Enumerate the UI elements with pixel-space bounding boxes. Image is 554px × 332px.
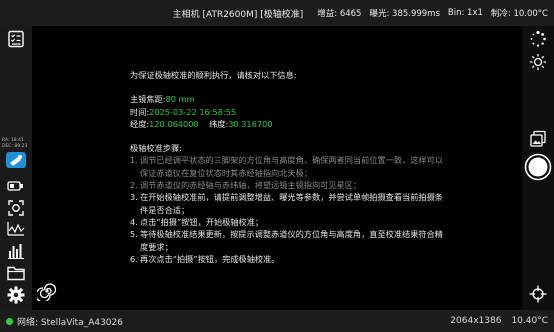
telescope-icon[interactable] [6,150,26,170]
crosshair-icon[interactable] [528,284,548,304]
network-status-icon [6,317,13,325]
latitude-value: 30.316700 [228,118,273,129]
time-value: 2025-03-22 16:58:55 [149,106,237,117]
bottom-status-bar: 网络: StellaVita_A43026 2064x1386 10.40°C [0,310,554,332]
gallery-icon[interactable] [528,129,548,149]
folder-icon[interactable] [6,263,26,283]
step-item: 5. 等待极轴校准结果更新，按提示调整赤道仪的方位角与高度角，直至校准结果符合精度… [130,229,443,252]
bin-readout: Bin: 1x1 [447,8,483,18]
intro-text: 为保证极轴校准的顺利执行，请核对以下信息: [130,70,297,80]
time-line: 时间:2025-03-22 16:58:55 [130,106,237,117]
capture-button[interactable] [524,153,552,181]
sensor-temperature-readout: 10.40°C [511,316,548,326]
brightness-icon[interactable] [528,52,548,72]
top-status-bar: 主相机 [ATR2600M] [极轴校准] 增益: 6465 曝光: 385.9… [0,0,554,26]
right-toolbar [522,26,554,310]
settings-gear-icon[interactable] [6,285,26,305]
left-toolbar: RA: 18:41 DEC: 89:23 [0,26,32,310]
step-item: 1. 调节已经调平状态的三脚架的方位角与高度角，确保两者同当前位置一致，这样可以保… [130,155,443,178]
focal-length-line: 主镜焦距:80 mm [130,94,195,105]
cooling-readout: 制冷: 10.00°C [490,9,548,19]
guiding-graph-icon[interactable] [6,219,26,239]
checklist-icon[interactable] [6,29,26,49]
camera-title: 主相机 [ATR2600M] [极轴校准] [172,9,304,20]
focal-length-value: 80 mm [165,94,195,105]
resolution-readout: 2064x1386 [450,316,502,326]
spiral-logo-icon [35,281,57,305]
ra-dec-readout: RA: 18:41 DEC: 89:23 [2,138,28,149]
network-label: 网络: StellaVita_A43026 [17,317,123,328]
polar-alignment-instructions: 为保证极轴校准的顺利执行，请核对以下信息: 主镜焦距:80 mm 时间:2025… [130,69,450,265]
longitude-value: 120.064000 [149,118,199,129]
step-item: 4. 点击“拍摄”按钮，开始极轴校准； [130,216,264,227]
exposure-readout: 曝光: 385.999ms [369,9,440,19]
loading-spinner-icon[interactable] [528,29,548,49]
steps-title: 极轴校准步骤: [130,143,182,154]
focus-frame-icon[interactable] [6,198,26,218]
gain-readout: 增益: 6465 [317,9,362,19]
step-item: 2. 调节赤道仪的赤经轴与赤纬轴，将望远镜主镜指向可见星区； [130,180,362,191]
coordinates-line: 经度:120.064000 纬度:30.316700 [130,118,273,129]
step-item: 3. 在开始极轴校准前，请提前调整增益、曝光等参数，并尝试单帧拍摄查看当前拍摄条件… [130,192,443,215]
histogram-icon[interactable] [6,241,26,261]
camera-toggle-icon[interactable] [6,176,26,196]
step-item: 6. 再次点击“拍摄”按钮，完成极轴校准。 [130,253,280,264]
